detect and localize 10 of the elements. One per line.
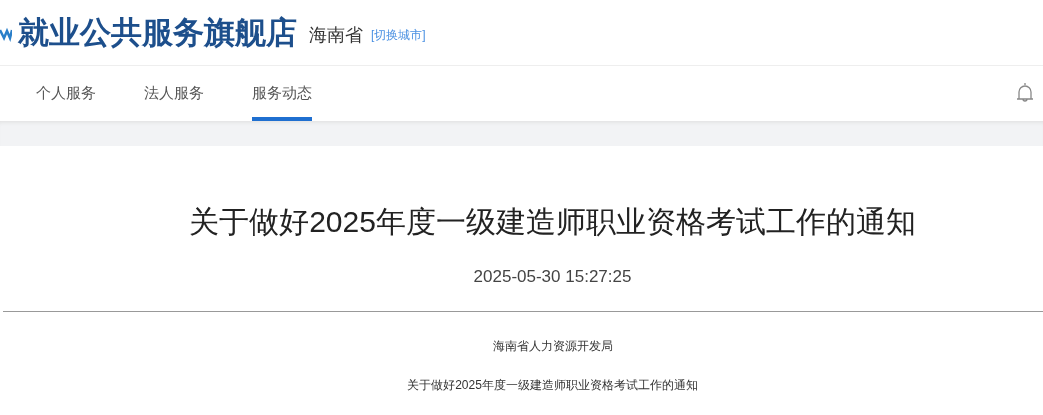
publish-date: 2025-05-30 15:27:25	[473, 267, 632, 287]
article-title: 关于做好2025年度一级建造师职业资格考试工作的通知	[189, 204, 916, 240]
article-paragraph: 关于做好2025年度一级建造师职业资格考试工作的通知	[407, 377, 698, 394]
switch-city-link[interactable]: [切换城市]	[371, 26, 426, 44]
province-label: 海南省	[309, 23, 363, 47]
article-paragraph: 海南省人力资源开发局	[492, 338, 613, 355]
bell-icon[interactable]	[1015, 81, 1035, 105]
nav-tab[interactable]: 个人服务	[36, 66, 96, 121]
site-title: 就业公共服务旗舰店	[18, 13, 297, 52]
nav-tab[interactable]: 法人服务	[144, 66, 204, 121]
